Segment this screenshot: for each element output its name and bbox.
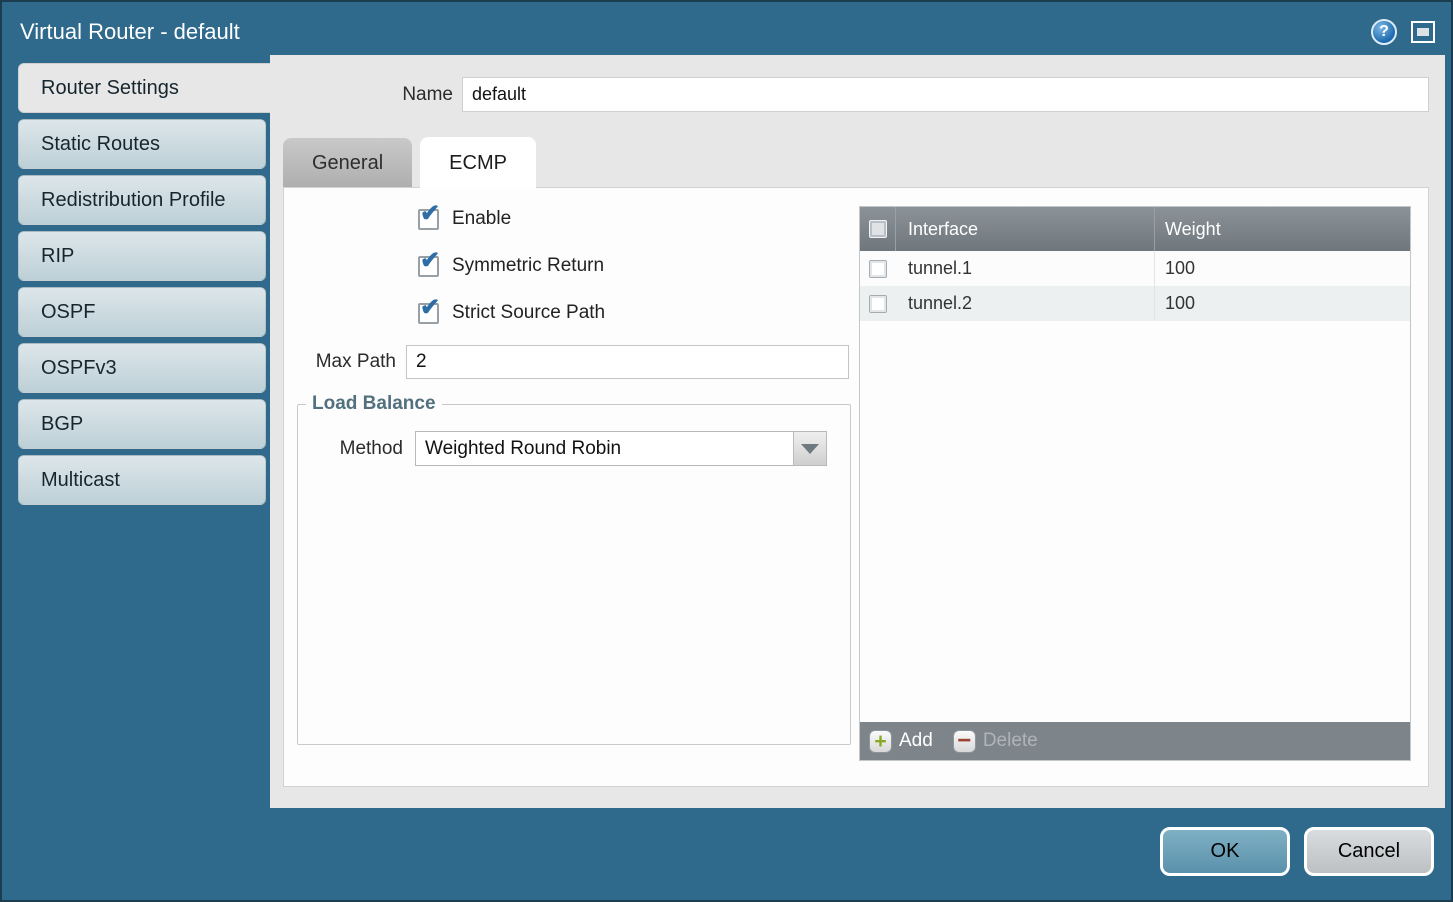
help-icon[interactable]: ? <box>1371 19 1397 45</box>
table-row[interactable]: tunnel.1 100 <box>860 251 1410 286</box>
table-header-row: Interface Weight <box>860 207 1410 251</box>
weight-cell: 100 <box>1155 251 1410 286</box>
interface-cell: tunnel.1 <box>896 251 1155 286</box>
load-balance-fieldset: Load Balance Method Weighted Round Robin <box>297 393 851 745</box>
sidebar-item-router-settings[interactable]: Router Settings <box>18 63 270 113</box>
sidebar-item-bgp[interactable]: BGP <box>18 399 266 449</box>
interface-column-header: Interface <box>896 207 1155 251</box>
method-dropdown[interactable]: Weighted Round Robin <box>415 431 827 466</box>
weight-cell: 100 <box>1155 286 1410 321</box>
method-dropdown-value: Weighted Round Robin <box>416 432 793 465</box>
symmetric-return-label: Symmetric Return <box>452 255 604 277</box>
strict-source-path-checkbox-row: ✔ Strict Source Path <box>418 302 605 324</box>
max-path-row: Max Path <box>284 345 849 379</box>
dialog-title: Virtual Router - default <box>20 19 240 45</box>
name-input[interactable] <box>462 77 1429 112</box>
sidebar-item-static-routes[interactable]: Static Routes <box>18 119 266 169</box>
table-row[interactable]: tunnel.2 100 <box>860 286 1410 321</box>
sidebar-item-redistribution-profile[interactable]: Redistribution Profile <box>18 175 266 225</box>
sidebar-item-ospfv3[interactable]: OSPFv3 <box>18 343 266 393</box>
row-checkbox-cell <box>860 251 896 286</box>
main-area: Name General ECMP ✔ Enable ✔ <box>270 55 1445 808</box>
row-checkbox[interactable] <box>869 260 887 278</box>
sidebar-item-rip[interactable]: RIP <box>18 231 266 281</box>
load-balance-legend: Load Balance <box>306 393 442 415</box>
strict-source-path-label: Strict Source Path <box>452 302 605 324</box>
header-checkbox-cell <box>860 207 896 251</box>
enable-label: Enable <box>452 208 511 230</box>
add-button[interactable]: + Add <box>869 730 933 753</box>
name-row: Name <box>270 77 1429 112</box>
content-row: Router Settings Static Routes Redistribu… <box>8 55 1445 808</box>
weight-column-header: Weight <box>1155 207 1410 251</box>
enable-checkbox-row: ✔ Enable <box>418 208 511 230</box>
plus-icon: + <box>869 730 892 753</box>
strict-source-path-checkbox[interactable]: ✔ <box>418 303 439 324</box>
check-icon: ✔ <box>420 296 440 320</box>
chevron-down-icon <box>801 444 819 454</box>
tab-general[interactable]: General <box>283 138 412 188</box>
name-label: Name <box>270 84 462 106</box>
method-row: Method Weighted Round Robin <box>298 431 850 466</box>
ecmp-panel: ✔ Enable ✔ Symmetric Return ✔ Strict Sou… <box>283 187 1429 787</box>
virtual-router-dialog: Virtual Router - default ? Router Settin… <box>0 0 1453 902</box>
ok-button[interactable]: OK <box>1160 827 1290 876</box>
cancel-button[interactable]: Cancel <box>1304 827 1434 876</box>
enable-checkbox[interactable]: ✔ <box>418 209 439 230</box>
interface-cell: tunnel.2 <box>896 286 1155 321</box>
delete-button[interactable]: − Delete <box>953 730 1038 753</box>
dialog-footer: OK Cancel <box>8 808 1445 894</box>
titlebar: Virtual Router - default ? <box>8 8 1445 55</box>
delete-button-label: Delete <box>983 730 1038 752</box>
symmetric-return-checkbox[interactable]: ✔ <box>418 256 439 277</box>
table-empty-area <box>860 321 1410 722</box>
method-label: Method <box>298 438 415 460</box>
sub-tabstrip: General ECMP <box>283 137 544 188</box>
minus-icon: − <box>953 730 976 753</box>
restore-window-icon-inner <box>1417 28 1429 36</box>
tab-ecmp[interactable]: ECMP <box>420 137 536 189</box>
table-footer-bar: + Add − Delete <box>860 722 1410 760</box>
check-icon: ✔ <box>420 249 440 273</box>
symmetric-return-checkbox-row: ✔ Symmetric Return <box>418 255 604 277</box>
interface-table: Interface Weight tunnel.1 100 <box>859 206 1411 761</box>
row-checkbox[interactable] <box>869 295 887 313</box>
sidebar: Router Settings Static Routes Redistribu… <box>8 55 270 808</box>
max-path-input[interactable] <box>406 345 849 379</box>
check-icon: ✔ <box>420 202 440 226</box>
add-button-label: Add <box>899 730 933 752</box>
sidebar-item-multicast[interactable]: Multicast <box>18 455 266 505</box>
restore-window-icon[interactable] <box>1411 21 1435 43</box>
method-dropdown-button[interactable] <box>793 432 826 465</box>
select-all-checkbox[interactable] <box>869 220 887 238</box>
row-checkbox-cell <box>860 286 896 321</box>
sidebar-item-ospf[interactable]: OSPF <box>18 287 266 337</box>
max-path-label: Max Path <box>284 351 406 373</box>
